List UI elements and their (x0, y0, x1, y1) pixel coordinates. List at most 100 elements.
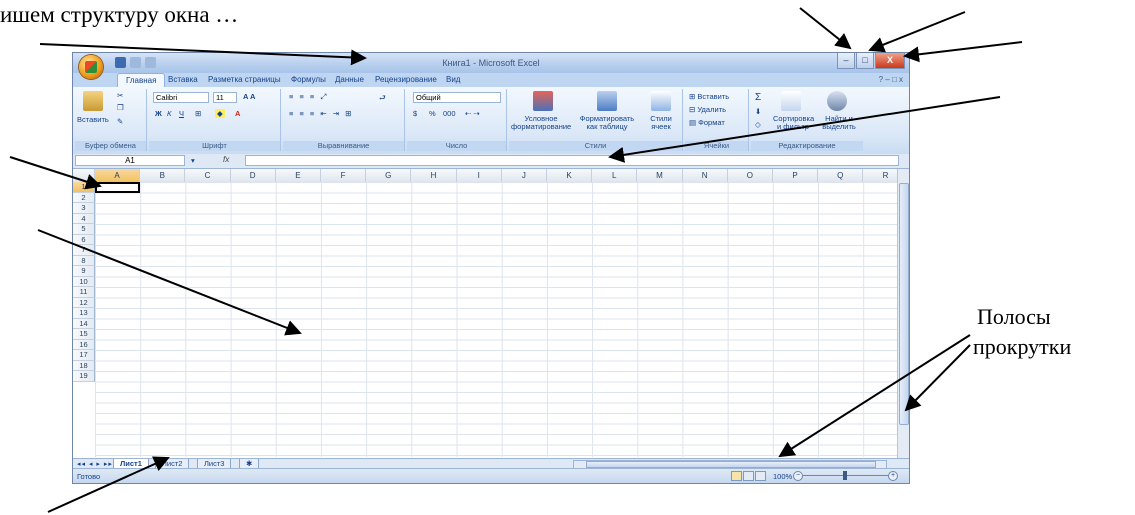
row-header-16[interactable]: 16 (73, 339, 95, 350)
row-header-4[interactable]: 4 (73, 213, 95, 224)
sort-filter-button[interactable]: Сортировка и фильтр (773, 115, 814, 131)
office-button[interactable] (79, 55, 103, 79)
column-header-k[interactable]: K (547, 169, 593, 182)
tab-view[interactable]: Вид (446, 75, 460, 84)
conditional-format-icon[interactable] (533, 91, 553, 111)
select-all-corner[interactable] (73, 169, 95, 182)
formula-input[interactable] (245, 155, 899, 166)
zoom-knob[interactable] (843, 471, 847, 480)
row-header-13[interactable]: 13 (73, 308, 95, 319)
row-header-9[interactable]: 9 (73, 266, 95, 277)
column-header-m[interactable]: M (637, 169, 683, 182)
paste-button[interactable]: Вставить (77, 115, 109, 124)
row-header-14[interactable]: 14 (73, 318, 95, 329)
tab-page-layout[interactable]: Разметка страницы (208, 75, 281, 84)
row-header-15[interactable]: 15 (73, 329, 95, 340)
copy-icon[interactable]: ❐ (117, 103, 124, 112)
row-header-5[interactable]: 5 (73, 224, 95, 235)
tab-insert[interactable]: Вставка (168, 75, 198, 84)
tab-review[interactable]: Рецензирование (375, 75, 437, 84)
borders-icon[interactable]: ⊞ (195, 109, 201, 118)
row-header-2[interactable]: 2 (73, 192, 95, 203)
row-header-3[interactable]: 3 (73, 203, 95, 214)
font-name-select[interactable]: Calibri (153, 92, 209, 103)
decimal-icons[interactable]: ⇠ ⇢ (465, 109, 480, 118)
row-header-12[interactable]: 12 (73, 297, 95, 308)
sheet-nav-arrows[interactable]: ◂◂ ◂ ▸ ▸▸ (77, 460, 113, 468)
column-header-l[interactable]: L (592, 169, 638, 182)
row-header-8[interactable]: 8 (73, 255, 95, 266)
tab-home[interactable]: Главная (117, 73, 166, 88)
thousands-button[interactable]: 000 (443, 109, 456, 118)
align-top-icons[interactable]: ≡ ≡ ≡ ⤢ (289, 92, 328, 102)
vertical-scroll-thumb[interactable] (899, 183, 909, 425)
row-header-1[interactable]: 1 (73, 182, 95, 193)
bold-button[interactable]: Ж (155, 109, 162, 118)
format-as-table-button[interactable]: Форматировать как таблицу (575, 115, 639, 131)
percent-button[interactable]: % (429, 109, 436, 118)
row-header-6[interactable]: 6 (73, 234, 95, 245)
column-header-o[interactable]: O (728, 169, 773, 182)
horizontal-scroll-thumb[interactable] (586, 461, 876, 468)
column-header-c[interactable]: C (185, 169, 231, 182)
currency-icon[interactable]: $ (413, 109, 417, 118)
cell-styles-icon[interactable] (651, 91, 671, 111)
row-header-10[interactable]: 10 (73, 276, 95, 287)
column-header-d[interactable]: D (231, 169, 276, 182)
active-cell[interactable] (95, 182, 140, 193)
column-header-n[interactable]: N (683, 169, 728, 182)
clear-icon[interactable]: ◇ (755, 120, 761, 129)
name-box[interactable]: A1 (75, 155, 185, 166)
cut-icon[interactable]: ✂ (117, 91, 123, 100)
maximize-button[interactable]: □ (856, 53, 874, 69)
help-icon[interactable]: ? – □ x (879, 75, 903, 84)
close-button[interactable]: X (875, 53, 905, 69)
fill-color-icon[interactable]: ◆ (215, 109, 225, 118)
page-break-view-icon[interactable] (755, 471, 766, 481)
normal-view-icon[interactable] (731, 471, 742, 481)
grow-font-icon[interactable]: A A (243, 92, 255, 101)
column-header-j[interactable]: J (502, 169, 547, 182)
paste-icon[interactable] (83, 91, 103, 111)
column-header-e[interactable]: E (276, 169, 321, 182)
column-header-h[interactable]: H (411, 169, 457, 182)
column-header-b[interactable]: B (140, 169, 186, 182)
row-header-19[interactable]: 19 (73, 371, 95, 382)
vertical-scrollbar[interactable] (897, 169, 909, 459)
minimize-button[interactable]: – (837, 53, 855, 69)
tab-data[interactable]: Данные (335, 75, 364, 84)
sort-filter-icon[interactable] (781, 91, 801, 111)
autosum-button[interactable]: Σ (755, 92, 761, 103)
italic-button[interactable]: К (167, 109, 171, 118)
page-layout-view-icon[interactable] (743, 471, 754, 481)
format-as-table-icon[interactable] (597, 91, 617, 111)
column-header-p[interactable]: P (773, 169, 819, 182)
wrap-text-icon[interactable]: ⮐ (379, 92, 386, 105)
delete-cells-button[interactable]: ⊟ Удалить (689, 105, 726, 114)
row-header-7[interactable]: 7 (73, 245, 95, 256)
insert-cells-button[interactable]: ⊞ Вставить (689, 92, 729, 101)
font-color-icon[interactable]: A (235, 109, 240, 118)
format-painter-icon[interactable]: ✎ (117, 117, 123, 126)
column-header-q[interactable]: Q (818, 169, 864, 182)
column-header-f[interactable]: F (321, 169, 367, 182)
number-format-select[interactable]: Общий (413, 92, 501, 103)
column-header-g[interactable]: G (366, 169, 412, 182)
row-header-18[interactable]: 18 (73, 360, 95, 371)
row-header-11[interactable]: 11 (73, 287, 95, 298)
name-box-dropdown-icon[interactable]: ▾ (191, 156, 195, 165)
zoom-in-icon[interactable]: + (888, 471, 898, 481)
underline-button[interactable]: Ч (179, 109, 184, 118)
column-header-a[interactable]: A (95, 169, 141, 182)
zoom-out-icon[interactable]: − (793, 471, 803, 481)
cell-styles-button[interactable]: Стили ячеек (643, 115, 679, 131)
tab-formulas[interactable]: Формулы (291, 75, 326, 84)
find-select-button[interactable]: Найти и выделить (817, 115, 861, 131)
conditional-format-button[interactable]: Условное форматирование (511, 115, 571, 131)
column-header-i[interactable]: I (457, 169, 502, 182)
find-icon[interactable] (827, 91, 847, 111)
row-header-17[interactable]: 17 (73, 350, 95, 361)
font-size-select[interactable]: 11 (213, 92, 237, 103)
fill-icon[interactable]: ⬇ (755, 107, 761, 116)
zoom-slider[interactable]: − + (793, 471, 898, 481)
